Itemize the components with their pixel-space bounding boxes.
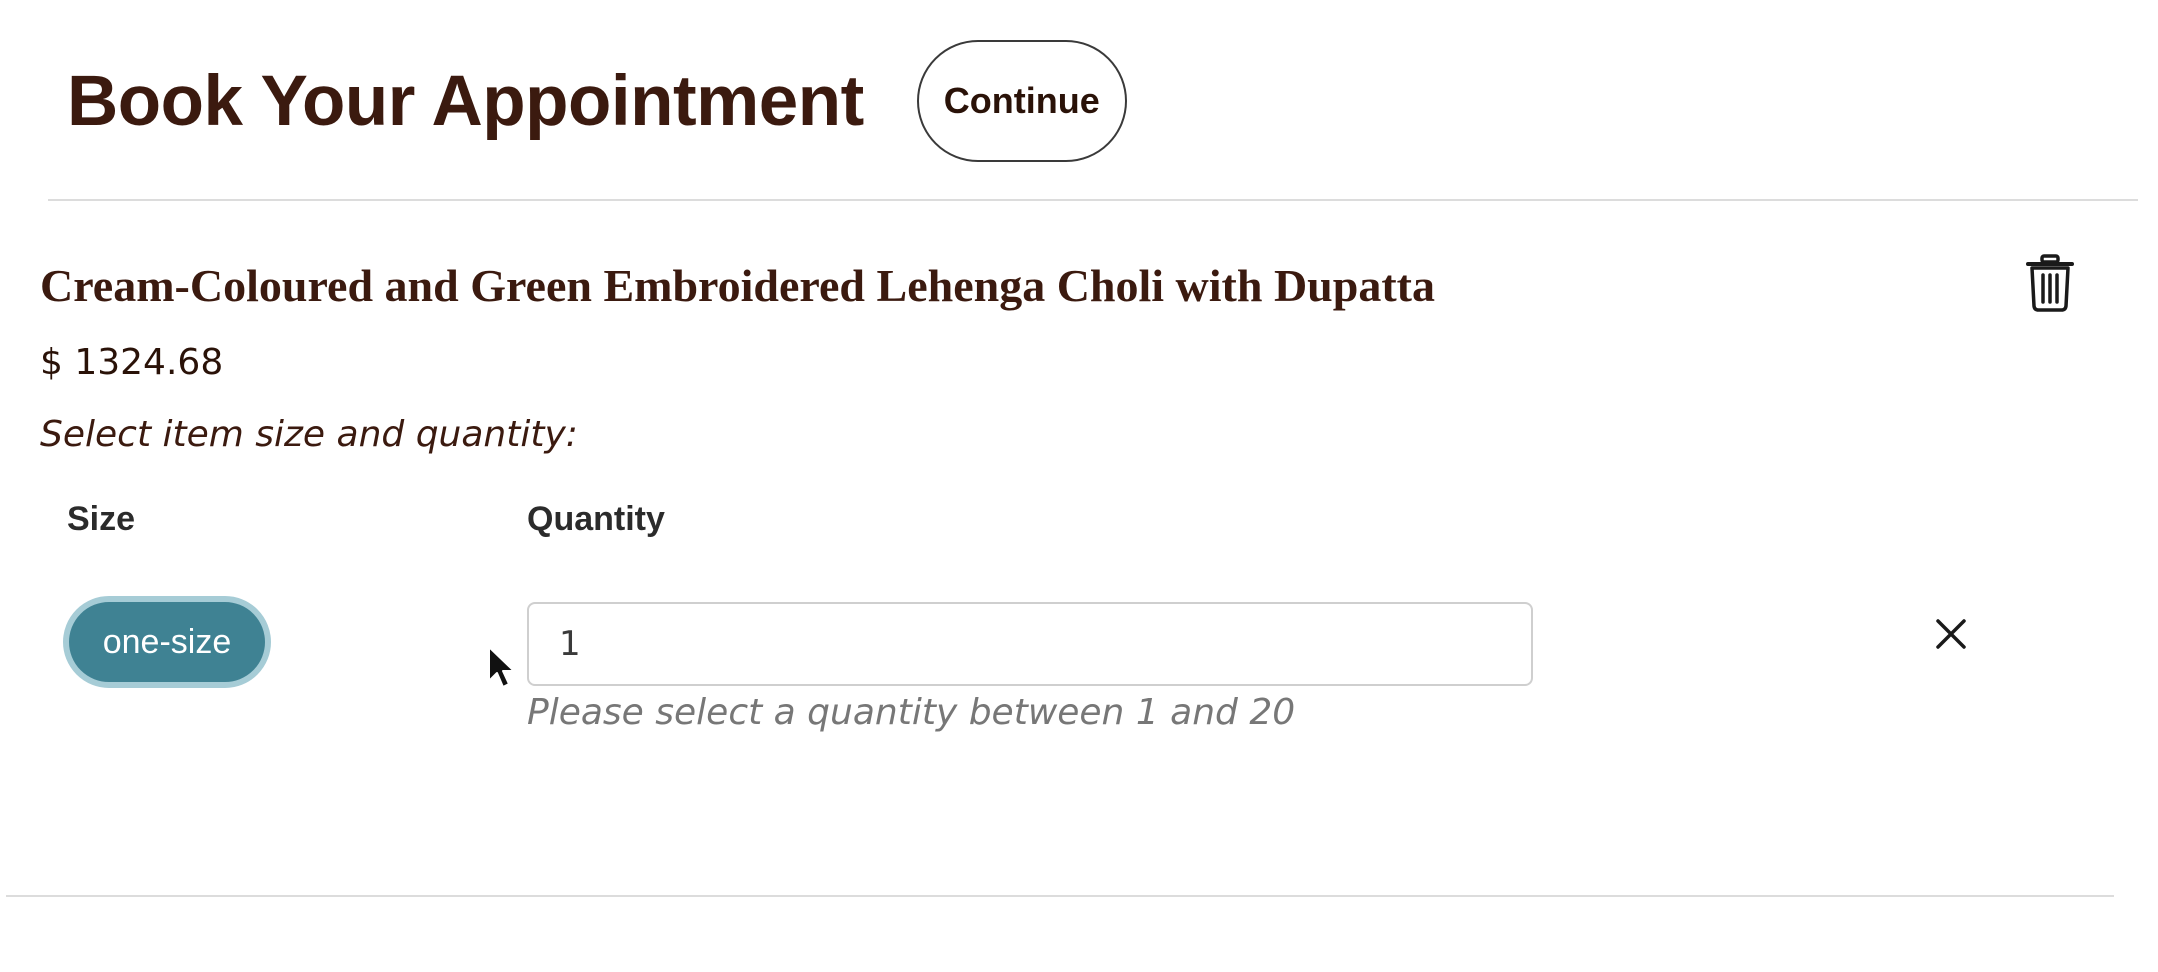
size-quantity-instruction: Select item size and quantity: <box>40 414 578 455</box>
quantity-column-header: Quantity <box>527 500 665 538</box>
product-price: $ 1324.68 <box>40 342 224 383</box>
remove-size-row-button[interactable] <box>1934 617 1968 651</box>
header-divider <box>48 199 2138 201</box>
quantity-input[interactable] <box>527 602 1533 686</box>
quantity-help-text: Please select a quantity between 1 and 2… <box>527 692 1296 733</box>
page-title: Book Your Appointment <box>67 61 864 141</box>
product-name: Cream-Coloured and Green Embroidered Leh… <box>40 260 1435 311</box>
appointment-page: Book Your Appointment Continue Cream-Col… <box>0 0 2158 972</box>
trash-icon <box>2026 254 2074 312</box>
page-header: Book Your Appointment Continue <box>67 40 1127 162</box>
section-divider <box>6 895 2114 897</box>
size-column-header: Size <box>67 500 136 538</box>
continue-button[interactable]: Continue <box>916 40 1127 162</box>
close-icon <box>1936 619 1966 649</box>
size-option-one-size[interactable]: one-size <box>63 596 271 688</box>
mouse-cursor-icon <box>488 646 515 688</box>
delete-item-button[interactable] <box>2025 254 2075 312</box>
